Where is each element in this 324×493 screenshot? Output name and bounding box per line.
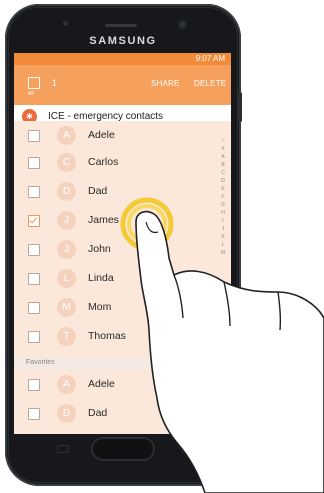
hand-icon	[135, 210, 324, 493]
tap-gesture-illustration	[120, 197, 324, 493]
